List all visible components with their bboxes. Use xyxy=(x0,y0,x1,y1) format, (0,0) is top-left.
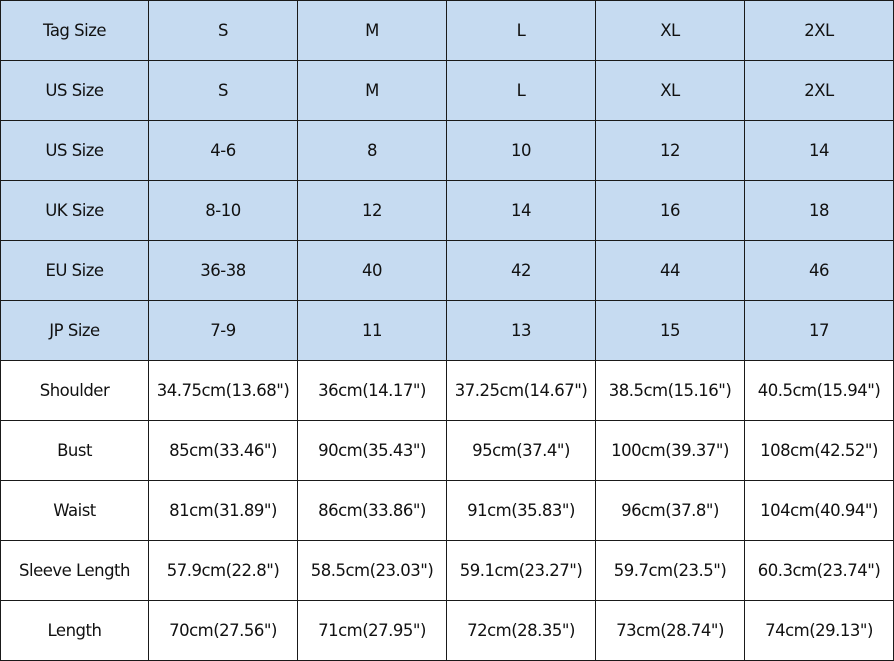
table-cell: 40.5cm(15.94") xyxy=(744,360,894,421)
table-cell: 13 xyxy=(446,300,596,361)
table-cell: 95cm(37.4") xyxy=(446,420,596,481)
table-cell: 71cm(27.95") xyxy=(297,600,447,661)
table-cell: 81cm(31.89") xyxy=(148,480,298,541)
measurement-row: Waist 81cm(31.89") 86cm(33.86") 91cm(35.83"… xyxy=(0,480,894,541)
table-cell: 14 xyxy=(446,180,596,241)
table-cell: 37.25cm(14.67") xyxy=(446,360,596,421)
table-cell: 12 xyxy=(595,120,745,181)
row-label: Waist xyxy=(0,480,149,541)
table-cell: 59.7cm(23.5") xyxy=(595,540,745,601)
table-cell: 72cm(28.35") xyxy=(446,600,596,661)
table-cell: 34.75cm(13.68") xyxy=(148,360,298,421)
size-row: EU Size 36-38 40 42 44 46 xyxy=(0,240,894,301)
table-cell: 57.9cm(22.8") xyxy=(148,540,298,601)
table-cell: 7-9 xyxy=(148,300,298,361)
table-cell: 70cm(27.56") xyxy=(148,600,298,661)
measurement-row: Shoulder 34.75cm(13.68") 36cm(14.17") 37.25… xyxy=(0,360,894,421)
table-cell: 14 xyxy=(744,120,894,181)
table-cell: M xyxy=(297,0,447,61)
table-cell: 2XL xyxy=(744,60,894,121)
size-row: JP Size 7-9 11 13 15 17 xyxy=(0,300,894,361)
table-cell: 10 xyxy=(446,120,596,181)
table-cell: 15 xyxy=(595,300,745,361)
table-cell: 74cm(29.13") xyxy=(744,600,894,661)
row-label: US Size xyxy=(0,60,149,121)
row-label: Shoulder xyxy=(0,360,149,421)
row-label: Bust xyxy=(0,420,149,481)
table-cell: 8-10 xyxy=(148,180,298,241)
table-cell: 100cm(39.37") xyxy=(595,420,745,481)
table-cell: L xyxy=(446,60,596,121)
size-row: Tag Size S M L XL 2XL xyxy=(0,0,894,61)
table-cell: 44 xyxy=(595,240,745,301)
table-cell: 4-6 xyxy=(148,120,298,181)
table-cell: 59.1cm(23.27") xyxy=(446,540,596,601)
size-row: UK Size 8-10 12 14 16 18 xyxy=(0,180,894,241)
table-cell: 46 xyxy=(744,240,894,301)
table-cell: XL xyxy=(595,60,745,121)
row-label: JP Size xyxy=(0,300,149,361)
table-cell: S xyxy=(148,60,298,121)
table-cell: 2XL xyxy=(744,0,894,61)
row-label: UK Size xyxy=(0,180,149,241)
size-chart-body: Tag Size S M L XL 2XL US Size S M L XL 2XL US Size 4-… xyxy=(0,0,894,661)
row-label: Length xyxy=(0,600,149,661)
table-cell: L xyxy=(446,0,596,61)
size-row: US Size S M L XL 2XL xyxy=(0,60,894,121)
table-cell: 11 xyxy=(297,300,447,361)
table-cell: 86cm(33.86") xyxy=(297,480,447,541)
table-cell: 38.5cm(15.16") xyxy=(595,360,745,421)
table-cell: 91cm(35.83") xyxy=(446,480,596,541)
table-cell: 108cm(42.52") xyxy=(744,420,894,481)
table-cell: S xyxy=(148,0,298,61)
row-label: Tag Size xyxy=(0,0,149,61)
row-label: Sleeve Length xyxy=(0,540,149,601)
table-cell: 58.5cm(23.03") xyxy=(297,540,447,601)
table-cell: 73cm(28.74") xyxy=(595,600,745,661)
table-cell: 18 xyxy=(744,180,894,241)
table-cell: 12 xyxy=(297,180,447,241)
measurement-row: Length 70cm(27.56") 71cm(27.95") 72cm(28.35… xyxy=(0,600,894,661)
table-cell: 8 xyxy=(297,120,447,181)
table-cell: 36cm(14.17") xyxy=(297,360,447,421)
table-cell: 96cm(37.8") xyxy=(595,480,745,541)
table-cell: 60.3cm(23.74") xyxy=(744,540,894,601)
measurement-row: Bust 85cm(33.46") 90cm(35.43") 95cm(37.4") 1… xyxy=(0,420,894,481)
size-row: US Size 4-6 8 10 12 14 xyxy=(0,120,894,181)
table-cell: 17 xyxy=(744,300,894,361)
row-label: US Size xyxy=(0,120,149,181)
table-cell: 16 xyxy=(595,180,745,241)
table-cell: 104cm(40.94") xyxy=(744,480,894,541)
table-cell: XL xyxy=(595,0,745,61)
size-chart-table: Tag Size S M L XL 2XL US Size S M L XL 2XL US Size 4-… xyxy=(0,0,894,661)
table-cell: 90cm(35.43") xyxy=(297,420,447,481)
table-cell: 36-38 xyxy=(148,240,298,301)
table-cell: 40 xyxy=(297,240,447,301)
table-cell: M xyxy=(297,60,447,121)
table-cell: 42 xyxy=(446,240,596,301)
measurement-row: Sleeve Length 57.9cm(22.8") 58.5cm(23.03")… xyxy=(0,540,894,601)
table-cell: 85cm(33.46") xyxy=(148,420,298,481)
row-label: EU Size xyxy=(0,240,149,301)
